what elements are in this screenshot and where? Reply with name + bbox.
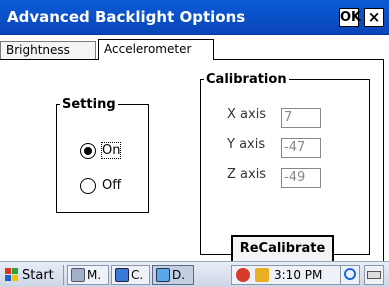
radio-on[interactable] [80,143,96,159]
ok-button[interactable]: OK [339,8,361,27]
setting-legend: Setting [62,97,116,112]
tab-brightness[interactable]: Brightness [0,41,96,59]
system-tray: 3:10 PM [231,265,354,285]
task-button-c[interactable]: C. [111,265,150,285]
task-label: D. [172,268,186,282]
task-label: M. [87,268,102,282]
tab-accelerometer[interactable]: Accelerometer [98,39,214,60]
title-bar: Advanced Backlight Options OK × [0,0,389,35]
device-icon [156,268,170,282]
taskbar: Start M. C. D. 3:10 PM [0,261,389,287]
bug-icon[interactable] [236,268,250,282]
task-label: C. [131,268,144,282]
panel-right-border [383,59,384,261]
calibration-group: Calibration X axis 7 Y axis -47 Z axis -… [200,72,370,263]
close-button[interactable]: × [364,8,384,27]
control-panel-icon [115,268,129,282]
usb-icon[interactable] [255,268,269,282]
setting-group: Setting On Off [56,97,149,213]
keyboard-icon[interactable] [364,265,384,285]
tab-strip: Brightness Accelerometer [0,35,389,261]
radio-off[interactable] [80,178,96,194]
y-axis-field: -47 [281,138,321,158]
start-button[interactable]: Start [2,265,57,285]
window-title: Advanced Backlight Options [7,8,246,26]
taskbar-separator [63,265,64,285]
clock[interactable]: 3:10 PM [274,268,322,282]
x-axis-label: X axis [227,107,267,122]
y-axis-label: Y axis [227,137,266,152]
start-label: Start [22,267,54,283]
radio-on-label[interactable]: On [100,142,122,159]
recalibrate-button[interactable]: ReCalibrate [231,235,334,263]
z-axis-label: Z axis [227,167,267,182]
x-axis-field: 7 [281,108,321,128]
dialog-client-area: Brightness Accelerometer Setting On Off … [0,35,389,263]
windows-logo-icon [5,268,19,282]
monitor-icon [71,268,85,282]
ie-icon[interactable] [340,265,360,285]
task-button-m[interactable]: M. [67,265,109,285]
task-button-d[interactable]: D. [152,265,194,285]
z-axis-field: -49 [281,168,321,188]
radio-off-label[interactable]: Off [102,178,121,193]
calibration-legend: Calibration [206,72,287,87]
